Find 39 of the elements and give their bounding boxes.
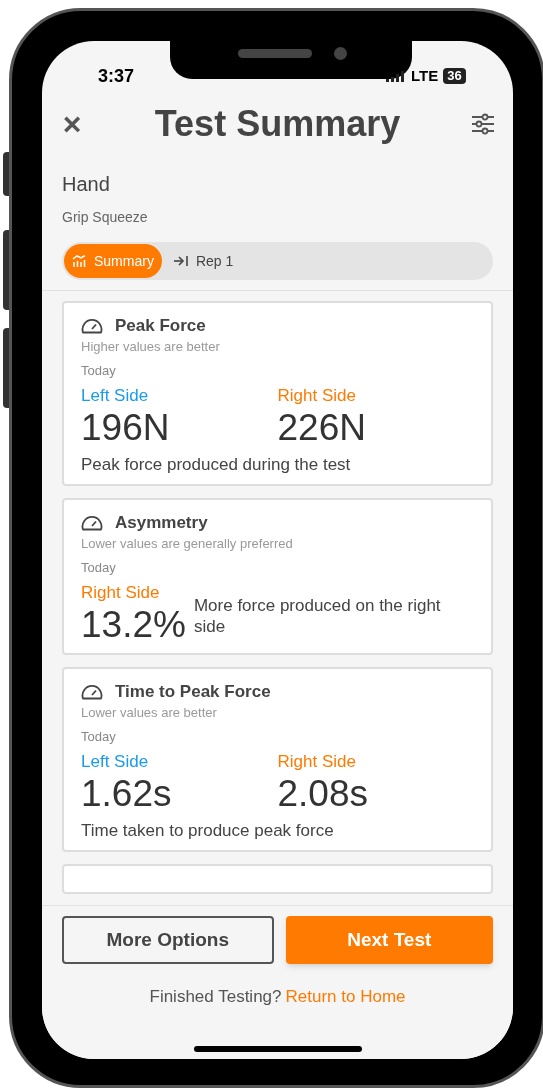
gauge-icon <box>81 683 103 701</box>
footer-prompt: Finished Testing? <box>149 986 282 1008</box>
screen-title: Test Summary <box>154 102 401 146</box>
tab[interactable]: Rep 1 <box>165 244 242 278</box>
gauge-icon <box>81 317 103 335</box>
metric-value: 2.08s <box>277 774 369 814</box>
metric-value: 1.62s <box>81 774 173 814</box>
period-label: Today <box>81 362 117 379</box>
period-label: Today <box>81 728 117 745</box>
card-hint: Higher values are better <box>81 338 221 355</box>
signal-icon <box>386 70 406 83</box>
card-hint: Lower values are generally preferred <box>81 535 294 552</box>
bar-chart-icon <box>72 255 86 267</box>
close-button[interactable]: × <box>60 108 84 140</box>
metric-value: 13.2% <box>81 605 186 645</box>
arrow-to-line-icon <box>173 255 188 267</box>
options-button[interactable]: More Options <box>62 916 274 964</box>
metric-value: 196N <box>81 408 171 448</box>
side-label: Left Side <box>81 750 150 773</box>
card-title: Time to Peak Force <box>115 681 271 703</box>
card-hint: Lower values are better <box>81 704 218 721</box>
card-description: Peak force produced during the test <box>81 454 352 476</box>
side-label: Right Side <box>277 750 357 773</box>
card-description: Time taken to produce peak force <box>81 820 335 842</box>
test-region: Hand <box>62 172 111 197</box>
card-title: Asymmetry <box>115 512 208 534</box>
metric-value: 226N <box>277 408 367 448</box>
test-name: Grip Squeeze <box>62 208 149 227</box>
side-label: Right Side <box>81 581 161 604</box>
card-title: Peak Force <box>115 315 206 337</box>
side-label: Left Side <box>81 384 150 407</box>
settings-icon[interactable] <box>471 113 495 135</box>
gauge-icon <box>81 514 103 532</box>
battery-indicator: 36 <box>443 68 466 85</box>
status-time: 3:37 <box>98 65 135 88</box>
card-description: More force produced on the right side <box>193 595 442 638</box>
period-label: Today <box>81 559 117 576</box>
side-label: Right Side <box>277 384 357 407</box>
network-label: LTE <box>411 66 439 86</box>
